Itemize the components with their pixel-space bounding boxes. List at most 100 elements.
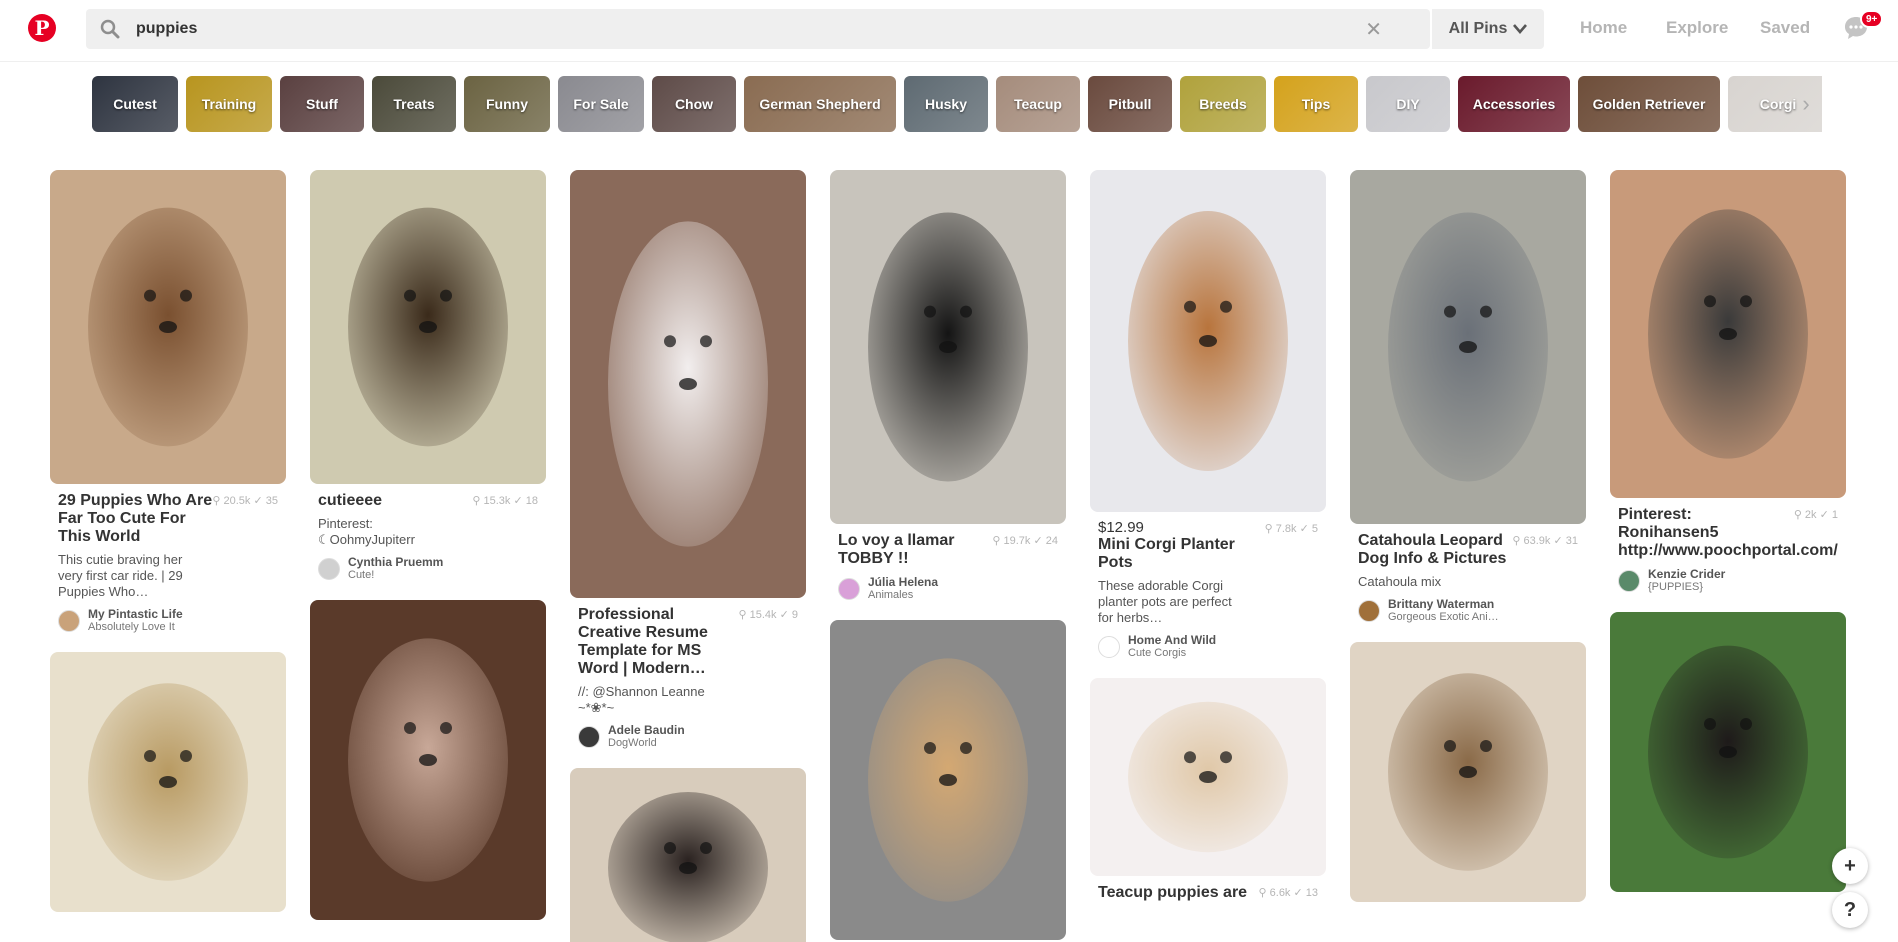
pinterest-logo-icon[interactable]: P — [28, 14, 56, 42]
owner-name[interactable]: Adele Baudin — [608, 724, 685, 737]
pin-title[interactable]: Lo voy a llamar TOBBY !! — [838, 532, 992, 568]
avatar[interactable] — [1618, 570, 1640, 592]
nav-saved[interactable]: Saved — [1760, 18, 1810, 38]
pin-title[interactable]: Mini Corgi Planter Pots — [1098, 536, 1268, 572]
owner-name[interactable]: Júlia Helena — [868, 576, 938, 589]
avatar[interactable] — [1358, 600, 1380, 622]
pin-owner[interactable]: Adele Baudin DogWorld — [578, 724, 798, 750]
filter-chip[interactable]: Pitbull — [1088, 76, 1172, 132]
board-name[interactable]: Cute Corgis — [1128, 647, 1216, 660]
pin-card[interactable] — [1350, 642, 1586, 902]
pin-image[interactable] — [1610, 612, 1846, 892]
pin-card[interactable] — [310, 600, 546, 920]
filter-chip[interactable]: Stuff — [280, 76, 364, 132]
pin-title[interactable]: cutieeee — [318, 492, 382, 510]
board-name[interactable]: Cute! — [348, 569, 443, 582]
board-name[interactable]: Animales — [868, 589, 938, 602]
avatar[interactable] — [1098, 636, 1120, 658]
pin-title[interactable]: Teacup puppies are — [1098, 884, 1247, 902]
filter-chip[interactable]: Funny — [464, 76, 550, 132]
pin-description: Catahoula mix — [1358, 574, 1442, 589]
pin-image[interactable] — [830, 620, 1066, 940]
pin-image[interactable] — [1090, 170, 1326, 512]
add-pin-button[interactable]: + — [1832, 848, 1868, 884]
owner-name[interactable]: Brittany Waterman — [1388, 598, 1499, 611]
filter-chip[interactable]: Chow — [652, 76, 736, 132]
pin-owner[interactable]: Júlia Helena Animales — [838, 576, 1058, 602]
filter-chip[interactable]: DIY — [1366, 76, 1450, 132]
pin-image[interactable] — [310, 600, 546, 920]
pin-card[interactable] — [830, 620, 1066, 940]
filter-chip[interactable]: Cutest — [92, 76, 178, 132]
pin-card[interactable]: Catahoula Leopard Dog Info & Pictures ⚲ 6… — [1350, 170, 1586, 624]
filter-chip[interactable]: Teacup — [996, 76, 1080, 132]
pin-card[interactable]: 29 Puppies Who Are Far Too Cute For This… — [50, 170, 286, 634]
pin-image[interactable] — [570, 170, 806, 598]
clear-search-icon[interactable]: ✕ — [1365, 17, 1382, 42]
pin-image[interactable] — [830, 170, 1066, 524]
pin-owner[interactable]: Brittany Waterman Gorgeous Exotic Ani… — [1358, 598, 1578, 624]
filter-chip[interactable]: Husky — [904, 76, 988, 132]
pin-image[interactable] — [1350, 170, 1586, 524]
search-bar[interactable]: ✕ — [86, 9, 1436, 49]
pin-owner[interactable]: My Pintastic Life Absolutely Love It — [58, 608, 278, 634]
board-name[interactable]: DogWorld — [608, 737, 685, 750]
pin-title[interactable]: Professional Creative Resume Template fo… — [578, 606, 739, 678]
filter-chip[interactable]: Golden Retriever — [1578, 76, 1720, 132]
pin-card[interactable]: Lo voy a llamar TOBBY !! ⚲ 19.7k ✓ 24 Júli… — [830, 170, 1066, 602]
filter-chip[interactable]: Accessories — [1458, 76, 1570, 132]
pin-image[interactable] — [1610, 170, 1846, 498]
pin-meta: Catahoula Leopard Dog Info & Pictures ⚲ 6… — [1350, 524, 1586, 624]
pin-stats: ⚲ 19.7k ✓ 24 — [992, 535, 1058, 547]
chevron-right-icon[interactable]: › — [1794, 91, 1818, 116]
pin-card[interactable] — [570, 768, 806, 942]
pin-image[interactable] — [310, 170, 546, 484]
pin-stats: ⚲ 7.8k ✓ 5 — [1264, 523, 1318, 535]
pin-card[interactable]: Professional Creative Resume Template fo… — [570, 170, 806, 750]
pin-card[interactable]: Teacup puppies are ⚲ 6.6k ✓ 13 — [1090, 678, 1326, 902]
pin-owner[interactable]: Kenzie Crider {PUPPIES} — [1618, 568, 1838, 594]
search-input[interactable] — [136, 15, 1436, 43]
pin-card[interactable] — [50, 652, 286, 912]
pin-image[interactable] — [1090, 678, 1326, 876]
pin-title[interactable]: Pinterest: Ronihansen5 http://www.poochp… — [1618, 506, 1838, 560]
pin-stats: ⚲ 63.9k ✓ 31 — [1512, 535, 1578, 547]
pin-image[interactable] — [50, 652, 286, 912]
owner-name[interactable]: Cynthia Pruemm — [348, 556, 443, 569]
pin-image[interactable] — [570, 768, 806, 942]
pin-description: //: @Shannon Leanne ~*❀*~ — [578, 684, 705, 715]
pin-image[interactable] — [50, 170, 286, 484]
owner-name[interactable]: Home And Wild — [1128, 634, 1216, 647]
nav-explore[interactable]: Explore — [1666, 18, 1728, 38]
nav-home[interactable]: Home — [1580, 18, 1627, 38]
pin-card[interactable] — [1610, 612, 1846, 892]
pin-image[interactable] — [1350, 642, 1586, 902]
avatar[interactable] — [318, 558, 340, 580]
search-icon — [100, 19, 120, 39]
filter-chip[interactable]: For Sale — [558, 76, 644, 132]
pin-title[interactable]: Catahoula Leopard Dog Info & Pictures — [1358, 532, 1512, 568]
board-name[interactable]: Absolutely Love It — [88, 621, 183, 634]
owner-name[interactable]: My Pintastic Life — [88, 608, 183, 621]
pin-card[interactable]: Pinterest: Ronihansen5 http://www.poochp… — [1610, 170, 1846, 594]
filter-chip[interactable]: Training — [186, 76, 272, 132]
pin-card[interactable]: cutieeee ⚲ 15.3k ✓ 18 Pinterest: ☾OohmyJup… — [310, 170, 546, 582]
owner-name[interactable]: Kenzie Crider — [1648, 568, 1725, 581]
avatar[interactable] — [838, 578, 860, 600]
help-button[interactable]: ? — [1832, 892, 1868, 928]
filter-chip[interactable]: Breeds — [1180, 76, 1266, 132]
search-scope-dropdown[interactable]: All Pins — [1432, 9, 1544, 49]
filter-chip[interactable]: Tips — [1274, 76, 1358, 132]
pin-stats: ⚲ 6.6k ✓ 13 — [1258, 887, 1318, 899]
pin-description: These adorable Corgi planter pots are pe… — [1098, 578, 1232, 625]
pin-owner[interactable]: Home And Wild Cute Corgis — [1098, 634, 1318, 660]
avatar[interactable] — [578, 726, 600, 748]
board-name[interactable]: {PUPPIES} — [1648, 581, 1725, 594]
pin-card[interactable]: $12.99 ⚲ 7.8k ✓ 5 Mini Corgi Planter Pots T… — [1090, 170, 1326, 660]
board-name[interactable]: Gorgeous Exotic Ani… — [1388, 611, 1499, 624]
filter-chip[interactable]: Treats — [372, 76, 456, 132]
avatar[interactable] — [58, 610, 80, 632]
pin-owner[interactable]: Cynthia Pruemm Cute! — [318, 556, 538, 582]
filter-chip[interactable]: German Shepherd — [744, 76, 896, 132]
pin-title[interactable]: 29 Puppies Who Are Far Too Cute For This… — [58, 492, 212, 546]
